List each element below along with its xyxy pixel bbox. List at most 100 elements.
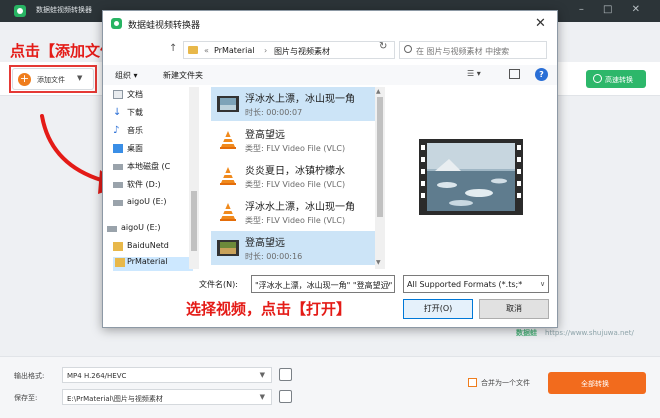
chevron-down-icon: ∨ (540, 280, 546, 288)
search-placeholder: 在 图片与视频素材 中搜索 (416, 47, 510, 56)
view-options-icon[interactable]: ☰ ▾ (467, 69, 481, 78)
file-name: 浮冰水上漂，冰山现一角 (245, 94, 355, 105)
breadcrumb-prmaterial[interactable]: PrMaterial (214, 46, 254, 55)
folder-icon (113, 242, 123, 251)
open-button[interactable]: 打开(O) (403, 299, 473, 319)
chevron-down-icon: ▼ (259, 393, 265, 401)
filename-value: "浮冰水上漂，冰山现一角" "登高望远" (255, 281, 393, 290)
folder-icon (188, 46, 198, 54)
cancel-button[interactable]: 取消 (479, 299, 549, 319)
scroll-up-icon[interactable]: ▲ (376, 88, 381, 95)
list-item[interactable]: 浮冰水上漂，冰山现一角 时长: 00:00:07 (211, 87, 379, 121)
sidebar-item-drive-d[interactable]: 软件 (D:) (113, 179, 161, 193)
convert-all-label: 全部转换 (581, 380, 609, 388)
new-folder-button[interactable]: 新建文件夹 (163, 70, 203, 81)
settings-file-icon[interactable] (279, 368, 292, 381)
file-name: 浮冰水上漂，冰山现一角 (245, 202, 355, 213)
drive-icon (107, 226, 117, 232)
sidebar-item-drive-e-2[interactable]: aigoU (E:) (107, 223, 161, 237)
drive-icon (113, 182, 123, 188)
sidebar-item-desktop[interactable]: 桌面 (113, 143, 143, 157)
preview-image (427, 143, 515, 211)
list-item[interactable]: 登高望远 时长: 00:00:16 (211, 231, 379, 265)
preview-pane-icon[interactable] (509, 69, 520, 79)
annotation-step2: 选择视频，点击【打开】 (186, 300, 352, 318)
refresh-icon[interactable]: ↻ (379, 41, 387, 52)
app-logo-icon (111, 18, 122, 29)
file-name: 登高望远 (245, 130, 285, 141)
file-name: 登高望远 (245, 238, 285, 249)
app-logo-icon (14, 5, 26, 17)
help-icon[interactable]: ? (535, 68, 548, 81)
file-meta: 类型: FLV Video File (VLC) (245, 144, 346, 153)
file-type-value: All Supported Formats (*.ts;* (407, 280, 523, 289)
video-thumbnail-icon (217, 96, 239, 112)
app-title: 数据蛙视频转换器 (36, 6, 92, 14)
add-file-label: 添加文件 (37, 76, 65, 84)
output-format-label: 输出格式: (14, 372, 45, 380)
dialog-title: 数据蛙视频转换器 (128, 21, 201, 31)
window-controls[interactable]: – □ ✕ (579, 4, 648, 15)
document-icon (113, 90, 123, 99)
file-type-select[interactable]: All Supported Formats (*.ts;* ∨ (403, 275, 549, 293)
vlc-icon (220, 131, 236, 149)
merge-checkbox[interactable] (468, 378, 477, 387)
filename-label: 文件名(N): (199, 280, 238, 289)
search-input[interactable]: 在 图片与视频素材 中搜索 (399, 41, 547, 59)
output-format-value: MP4 H.264/HEVC (67, 372, 127, 380)
preview-pane (393, 87, 551, 269)
file-list-scroll-thumb[interactable] (377, 97, 383, 217)
sidebar-item-drive-c[interactable]: 本地磁盘 (C (113, 161, 170, 175)
up-arrow-icon[interactable]: ↑ (169, 43, 177, 54)
navigation-bar: ↑ « PrMaterial › 图片与视频素材 ∨ ↻ 在 图片与视频素材 中… (103, 37, 557, 63)
sidebar-item-prmaterial[interactable]: PrMaterial (113, 257, 193, 271)
command-bar: 组织 ▾ 新建文件夹 ☰ ▾ ? (103, 65, 557, 85)
convert-all-button[interactable]: 全部转换 (548, 372, 646, 394)
watermark-url: https://www.shujuwa.net/ (545, 329, 634, 337)
list-item[interactable]: 炎炎夏日，冰镇柠檬水 类型: FLV Video File (VLC) (211, 159, 379, 193)
chevron-down-icon: ▼ (259, 371, 265, 379)
drive-icon (113, 164, 123, 170)
list-item[interactable]: 登高望远 类型: FLV Video File (VLC) (211, 123, 379, 157)
drive-icon (113, 200, 123, 206)
sidebar-item-downloads[interactable]: ↓ 下载 (113, 107, 143, 121)
chevron-down-icon[interactable]: ∨ (386, 280, 391, 288)
merge-label: 合并为一个文件 (481, 379, 530, 387)
sidebar-scroll-thumb[interactable] (191, 191, 197, 251)
scroll-down-icon[interactable]: ▼ (376, 259, 381, 266)
speed-convert-button[interactable]: 高速转换 (586, 70, 646, 88)
output-format-select[interactable]: MP4 H.264/HEVC ▼ (62, 367, 272, 383)
list-item[interactable]: 浮冰水上漂，冰山现一角 类型: FLV Video File (VLC) (211, 195, 379, 229)
close-icon[interactable]: ✕ (535, 16, 546, 31)
watermark: 数据蛙 https://www.shujuwa.net/ (516, 328, 634, 338)
breadcrumb-folder[interactable]: 图片与视频素材 (274, 46, 330, 57)
folder-icon (115, 258, 125, 267)
add-file-button[interactable]: + 添加文件 ▼ (12, 68, 94, 90)
address-bar[interactable]: « PrMaterial › 图片与视频素材 ∨ (183, 41, 446, 59)
filename-input[interactable]: "浮冰水上漂，冰山现一角" "登高望远" ∨ (251, 275, 395, 293)
file-meta: 类型: FLV Video File (VLC) (245, 180, 346, 189)
film-strip-preview (419, 139, 523, 215)
desktop-icon (113, 144, 123, 153)
sidebar-item-drive-e[interactable]: aigoU (E:) (113, 197, 167, 211)
sidebar-item-baidunetdisk[interactable]: BaiduNetd (113, 241, 169, 255)
file-name: 炎炎夏日，冰镇柠檬水 (245, 166, 345, 177)
chevron-down-icon[interactable]: ▼ (77, 74, 82, 82)
speed-icon (593, 74, 602, 83)
dialog-titlebar: 数据蛙视频转换器 ✕ (103, 11, 557, 37)
speed-convert-label: 高速转换 (605, 76, 633, 84)
plus-icon: + (18, 72, 31, 86)
sidebar-item-documents[interactable]: 文档 (113, 89, 143, 103)
file-list: 浮冰水上漂，冰山现一角 时长: 00:00:07 登高望远 类型: FLV Vi… (211, 87, 383, 269)
organize-menu[interactable]: 组织 ▾ (115, 70, 138, 81)
save-to-select[interactable]: E:\PrMaterial\图片与视频素材 ▼ (62, 389, 272, 405)
save-to-value: E:\PrMaterial\图片与视频素材 (67, 395, 163, 403)
sidebar-item-music[interactable]: ♪ 音乐 (113, 125, 143, 139)
folder-open-icon[interactable] (279, 390, 292, 403)
file-meta: 时长: 00:00:16 (245, 252, 303, 261)
file-meta: 类型: FLV Video File (VLC) (245, 216, 346, 225)
open-file-dialog: 数据蛙视频转换器 ✕ ↑ « PrMaterial › 图片与视频素材 ∨ ↻ … (102, 10, 558, 328)
search-icon (404, 45, 412, 53)
vlc-icon (220, 203, 236, 221)
file-meta: 时长: 00:00:07 (245, 108, 303, 117)
